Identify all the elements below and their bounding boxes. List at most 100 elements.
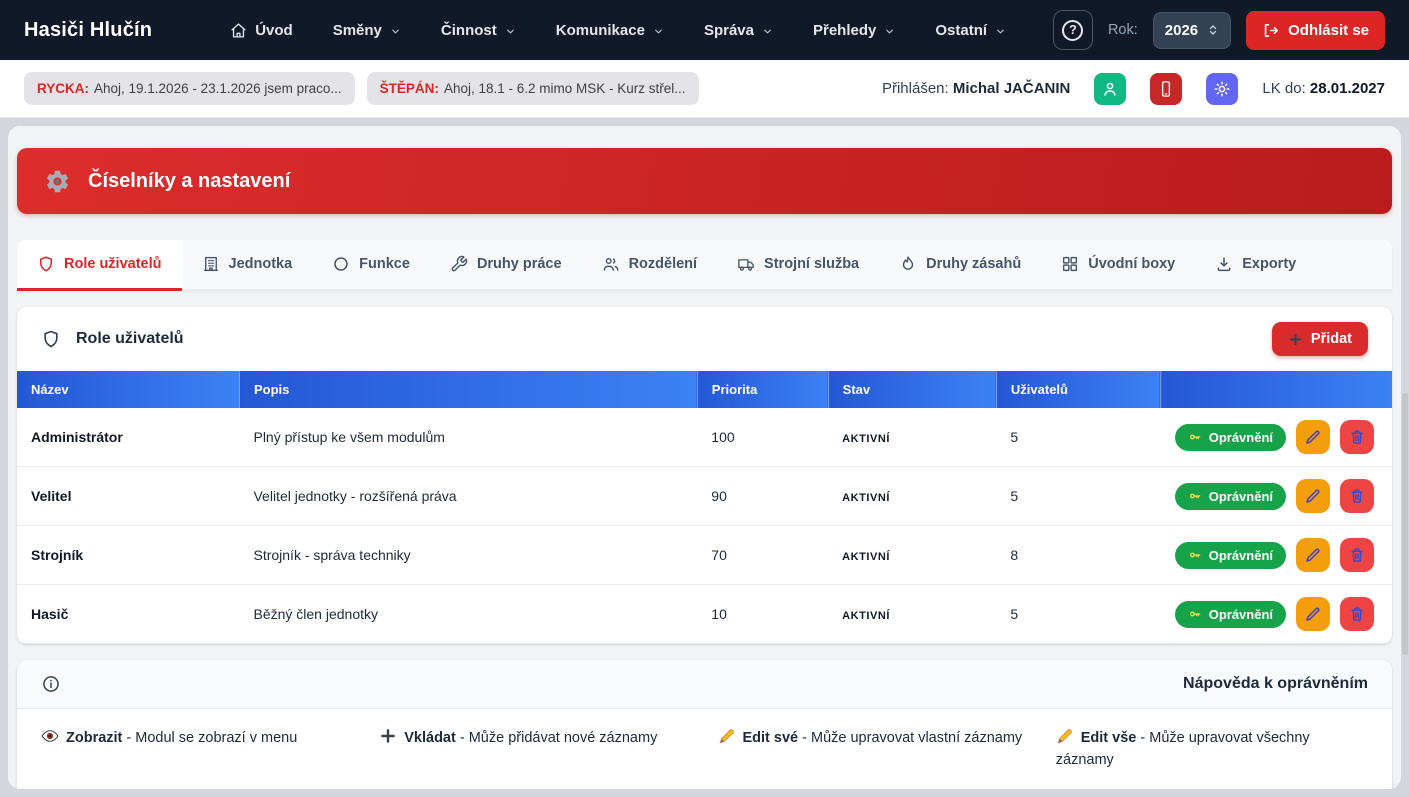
tab-label: Exporty (1242, 256, 1296, 272)
trash-icon (1348, 546, 1366, 564)
app-brand: Hasiči Hlučín (24, 19, 152, 42)
logged-in-label: Přihlášen: (882, 80, 949, 97)
tab-druhy-zasahu[interactable]: Druhy zásahů (879, 240, 1041, 291)
sun-icon (1213, 80, 1231, 98)
trash-icon (1348, 487, 1366, 505)
permissions-button[interactable]: Oprávnění (1175, 424, 1286, 451)
row-actions: Oprávnění (1175, 420, 1374, 454)
role-user-count: 5 (996, 585, 1160, 644)
help-item-vkladat: Vkládat - Může přidávat nové záznamy (379, 727, 691, 772)
logout-button[interactable]: Odhlásit se (1246, 11, 1385, 50)
year-select[interactable]: 2026 (1153, 12, 1231, 49)
tab-label: Funkce (359, 256, 410, 272)
col-header-priorita: Priorita (697, 371, 828, 408)
nav-item-komunikace[interactable]: Komunikace (556, 22, 664, 39)
permissions-label: Oprávnění (1209, 607, 1273, 622)
nav-item-smeny[interactable]: Směny (333, 22, 401, 39)
nav-item-prehledy[interactable]: Přehledy (813, 22, 895, 39)
shield-icon (37, 255, 55, 273)
info-icon (41, 674, 61, 694)
user-name: Michal JAČANIN (953, 80, 1071, 97)
role-priority: 100 (697, 408, 828, 467)
mobile-button[interactable] (1150, 73, 1182, 105)
message-text: Ahoj, 19.1.2026 - 23.1.2026 jsem praco..… (94, 81, 342, 96)
pencil-icon (1304, 487, 1322, 505)
status-badge: AKTIVNÍ (842, 610, 890, 622)
roles-card-header: Role uživatelů Přidat (17, 307, 1392, 371)
scrollbar-thumb[interactable] (1402, 393, 1408, 655)
help-button[interactable]: ? (1053, 10, 1093, 50)
person-icon (1101, 80, 1119, 98)
role-user-count: 8 (996, 526, 1160, 585)
role-description: Plný přístup ke všem modulům (239, 408, 697, 467)
tab-jednotka[interactable]: Jednotka (182, 240, 313, 291)
edit-role-button[interactable] (1296, 538, 1330, 572)
row-actions: Oprávnění (1175, 597, 1374, 631)
nav-item-uvod[interactable]: Úvod (230, 22, 293, 39)
edit-role-button[interactable] (1296, 420, 1330, 454)
topbar-right-section: ? Rok: 2026 Odhlásit se (1053, 10, 1385, 50)
table-row: Strojník Strojník - správa techniky 70 A… (17, 526, 1392, 585)
theme-button[interactable] (1206, 73, 1238, 105)
flame-icon (899, 255, 917, 273)
delete-role-button[interactable] (1340, 597, 1374, 631)
status-badge: AKTIVNÍ (842, 551, 890, 563)
home-icon (230, 22, 247, 39)
profile-button[interactable] (1094, 73, 1126, 105)
help-term: Edit své (743, 730, 799, 746)
smartphone-icon (1157, 80, 1175, 98)
help-term: Edit vše (1081, 730, 1137, 746)
help-items-grid: Zobrazit - Modul se zobrazí v menu Vklád… (17, 709, 1392, 789)
help-term: Vkládat (404, 730, 456, 746)
role-user-count: 5 (996, 408, 1160, 467)
logged-in-user: Přihlášen: Michal JAČANIN (882, 80, 1070, 97)
grid-icon (1061, 255, 1079, 273)
tab-rozdeleni[interactable]: Rozdělení (582, 240, 717, 291)
tab-label: Druhy zásahů (926, 256, 1021, 272)
delete-role-button[interactable] (1340, 479, 1374, 513)
status-badge: AKTIVNÍ (842, 433, 890, 445)
help-desc: - Modul se zobrazí v menu (126, 730, 297, 746)
nav-item-cinnost[interactable]: Činnost (441, 22, 516, 39)
edit-role-button[interactable] (1296, 597, 1330, 631)
question-mark-icon: ? (1062, 20, 1083, 41)
users-icon (602, 255, 620, 273)
download-icon (1215, 255, 1233, 273)
plus-icon (1288, 332, 1303, 347)
table-row: Velitel Velitel jednotky - rozšířená prá… (17, 467, 1392, 526)
permissions-button[interactable]: Oprávnění (1175, 483, 1286, 510)
delete-role-button[interactable] (1340, 420, 1374, 454)
key-icon (1188, 489, 1202, 503)
roles-table: Název Popis Priorita Stav Uživatelů Admi… (17, 371, 1392, 644)
roles-table-header-row: Název Popis Priorita Stav Uživatelů (17, 371, 1392, 408)
tab-uvodni-boxy[interactable]: Úvodní boxy (1041, 240, 1195, 291)
role-status: AKTIVNÍ (828, 585, 996, 644)
edit-role-button[interactable] (1296, 479, 1330, 513)
message-pill[interactable]: RYCKA: Ahoj, 19.1.2026 - 23.1.2026 jsem … (24, 72, 355, 105)
permissions-button[interactable]: Oprávnění (1175, 542, 1286, 569)
col-header-stav: Stav (828, 371, 996, 408)
status-bar: RYCKA: Ahoj, 19.1.2026 - 23.1.2026 jsem … (0, 60, 1409, 118)
key-icon (1188, 607, 1202, 621)
add-role-label: Přidat (1311, 331, 1352, 347)
chevron-down-icon (653, 26, 664, 37)
page-title: Číselníky a nastavení (88, 170, 290, 193)
add-role-button[interactable]: Přidat (1272, 322, 1368, 356)
nav-item-ostatni[interactable]: Ostatní (935, 22, 1006, 39)
tab-funkce[interactable]: Funkce (312, 240, 430, 291)
table-row: Hasič Běžný člen jednotky 10 AKTIVNÍ 5 O… (17, 585, 1392, 644)
message-pill[interactable]: ŠTĚPÁN: Ahoj, 18.1 - 6.2 mimo MSK - Kurz… (367, 72, 699, 105)
chevron-down-icon (390, 26, 401, 37)
nav-label: Ostatní (935, 22, 987, 39)
permissions-button[interactable]: Oprávnění (1175, 601, 1286, 628)
nav-item-sprava[interactable]: Správa (704, 22, 773, 39)
tab-role-uzivatelu[interactable]: Role uživatelů (17, 240, 182, 291)
help-card: Nápověda k oprávněním Zobrazit - Modul s… (17, 660, 1392, 789)
permissions-label: Oprávnění (1209, 548, 1273, 563)
wrench-icon (450, 255, 468, 273)
tab-druhy-prace[interactable]: Druhy práce (430, 240, 582, 291)
tab-exporty[interactable]: Exporty (1195, 240, 1316, 291)
tab-strojni-sluzba[interactable]: Strojní služba (717, 240, 879, 291)
delete-role-button[interactable] (1340, 538, 1374, 572)
statusbar-right-section: Přihlášen: Michal JAČANIN LK do: 28.01.2… (882, 73, 1385, 105)
